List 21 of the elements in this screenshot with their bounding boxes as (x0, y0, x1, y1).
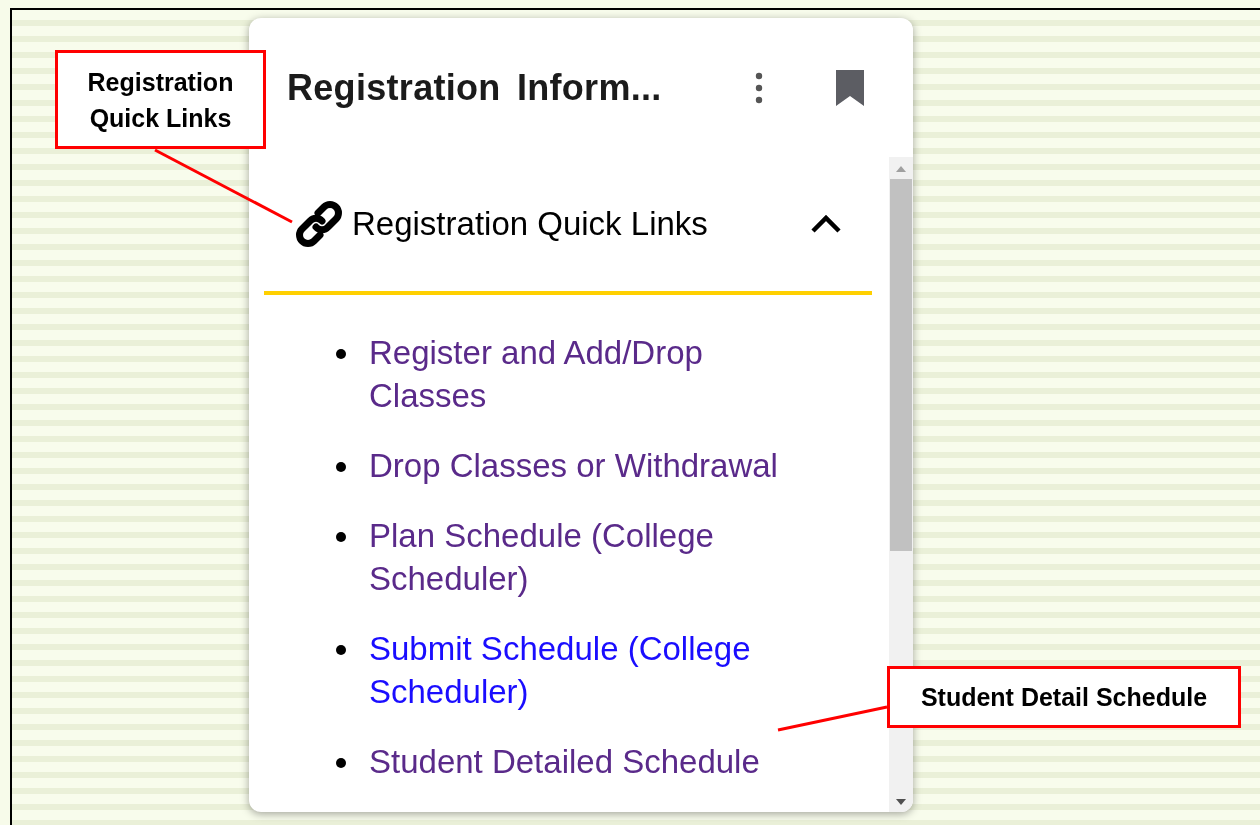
bullet-icon (336, 532, 346, 542)
quick-link[interactable]: Plan Schedule (College Scheduler) (369, 514, 809, 600)
card-title: Registration Inform... (287, 66, 663, 109)
quick-link[interactable]: Drop Classes or Withdrawal (369, 444, 809, 487)
callout-label: Registration Quick Links (55, 50, 266, 149)
bookmark-icon[interactable] (835, 69, 865, 106)
quick-link[interactable]: Register and Add/Drop Classes (369, 331, 809, 417)
section-title: Registration Quick Links (352, 205, 709, 243)
chevron-up-icon[interactable] (810, 214, 842, 234)
callout-label: Student Detail Schedule (887, 666, 1241, 728)
scrollbar[interactable] (889, 157, 913, 812)
bullet-icon (336, 645, 346, 655)
bullet-icon (336, 758, 346, 768)
more-options-icon[interactable] (755, 71, 763, 104)
link-icon (294, 199, 344, 249)
quick-link[interactable]: Submit Schedule (College Scheduler) (369, 627, 809, 713)
bullet-icon (336, 349, 346, 359)
quick-link[interactable]: Student Detailed Schedule (369, 740, 809, 783)
scroll-down-icon[interactable] (895, 798, 907, 806)
bullet-icon (336, 462, 346, 472)
scrollbar-thumb[interactable] (890, 179, 912, 551)
